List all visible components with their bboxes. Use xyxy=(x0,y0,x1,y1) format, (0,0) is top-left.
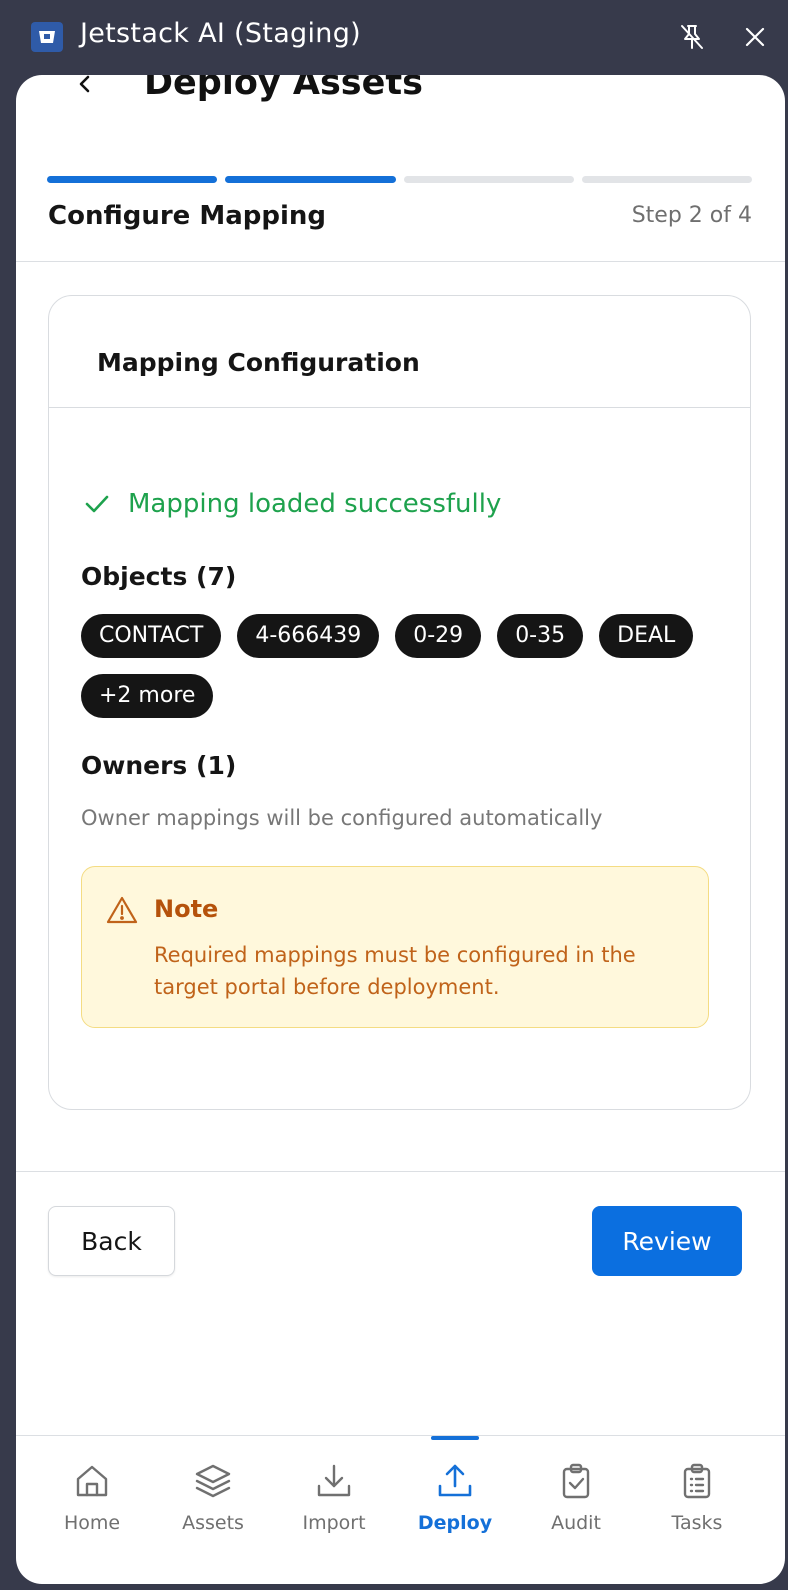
close-icon[interactable] xyxy=(740,22,770,52)
review-button[interactable]: Review xyxy=(592,1206,742,1276)
warning-icon xyxy=(106,896,138,924)
nav-item-audit[interactable]: Audit xyxy=(521,1436,631,1566)
progress-segment-4 xyxy=(581,176,752,183)
object-chip: 4-666439 xyxy=(237,614,380,658)
layers-icon xyxy=(195,1464,231,1498)
nav-item-home[interactable]: Home xyxy=(37,1436,147,1566)
bottom-nav: Home Assets Import Deploy Audit Tasks xyxy=(16,1435,785,1584)
object-chip: CONTACT xyxy=(81,614,222,658)
title-bar: Jetstack AI (Staging) xyxy=(0,0,788,74)
object-chip-list: CONTACT 4-666439 0-29 0-35 DEAL +2 more xyxy=(81,614,721,718)
progress-segment-2 xyxy=(225,176,396,183)
divider xyxy=(16,261,785,262)
nav-label-home: Home xyxy=(63,1512,121,1534)
back-button[interactable]: Back xyxy=(48,1206,175,1276)
step-progress-bar xyxy=(47,176,752,184)
owners-heading: Owners (1) xyxy=(81,751,237,780)
nav-item-deploy[interactable]: Deploy xyxy=(400,1436,510,1566)
progress-segment-1 xyxy=(47,176,218,183)
more-objects-chip[interactable]: +2 more xyxy=(81,674,214,718)
card-title: Mapping Configuration xyxy=(97,348,420,377)
nav-label-import: Import xyxy=(302,1512,366,1534)
status-row: Mapping loaded successfully xyxy=(82,489,501,519)
note-title: Note xyxy=(154,895,219,923)
nav-label-deploy: Deploy xyxy=(417,1512,493,1534)
nav-item-tasks[interactable]: Tasks xyxy=(642,1436,752,1566)
download-icon xyxy=(317,1464,351,1497)
nav-item-import[interactable]: Import xyxy=(279,1436,389,1566)
objects-heading: Objects (7) xyxy=(81,562,237,591)
mapping-card: Mapping Configuration Mapping loaded suc… xyxy=(48,295,751,1110)
home-icon xyxy=(76,1465,108,1497)
object-chip: DEAL xyxy=(599,614,694,658)
window-title: Jetstack AI (Staging) xyxy=(80,18,361,49)
nav-label-assets: Assets xyxy=(182,1512,244,1534)
page-title: Deploy Assets xyxy=(144,75,423,103)
nav-item-assets[interactable]: Assets xyxy=(158,1436,268,1566)
upload-icon xyxy=(438,1464,472,1497)
nav-label-audit: Audit xyxy=(551,1512,601,1534)
unpin-icon[interactable] xyxy=(677,22,707,52)
object-chip: 0-29 xyxy=(395,614,482,658)
app-logo-icon xyxy=(31,22,63,52)
divider xyxy=(49,407,750,408)
divider xyxy=(16,1171,785,1172)
clipboard-list-icon xyxy=(683,1463,711,1499)
progress-segment-3 xyxy=(403,176,574,183)
owners-description: Owner mappings will be configured automa… xyxy=(81,806,603,830)
note-body: Required mappings must be configured in … xyxy=(154,943,636,999)
main-panel: Deploy Assets Configure Mapping Step 2 o… xyxy=(16,75,785,1584)
check-icon xyxy=(85,495,109,513)
status-text: Mapping loaded successfully xyxy=(128,489,502,519)
warning-note: Note Required mappings must be configure… xyxy=(81,866,709,1028)
step-title: Configure Mapping xyxy=(48,201,327,231)
back-arrow-icon[interactable] xyxy=(66,75,106,95)
nav-label-tasks: Tasks xyxy=(671,1512,723,1534)
step-counter: Step 2 of 4 xyxy=(631,203,752,228)
clipboard-check-icon xyxy=(562,1463,590,1499)
object-chip: 0-35 xyxy=(497,614,584,658)
